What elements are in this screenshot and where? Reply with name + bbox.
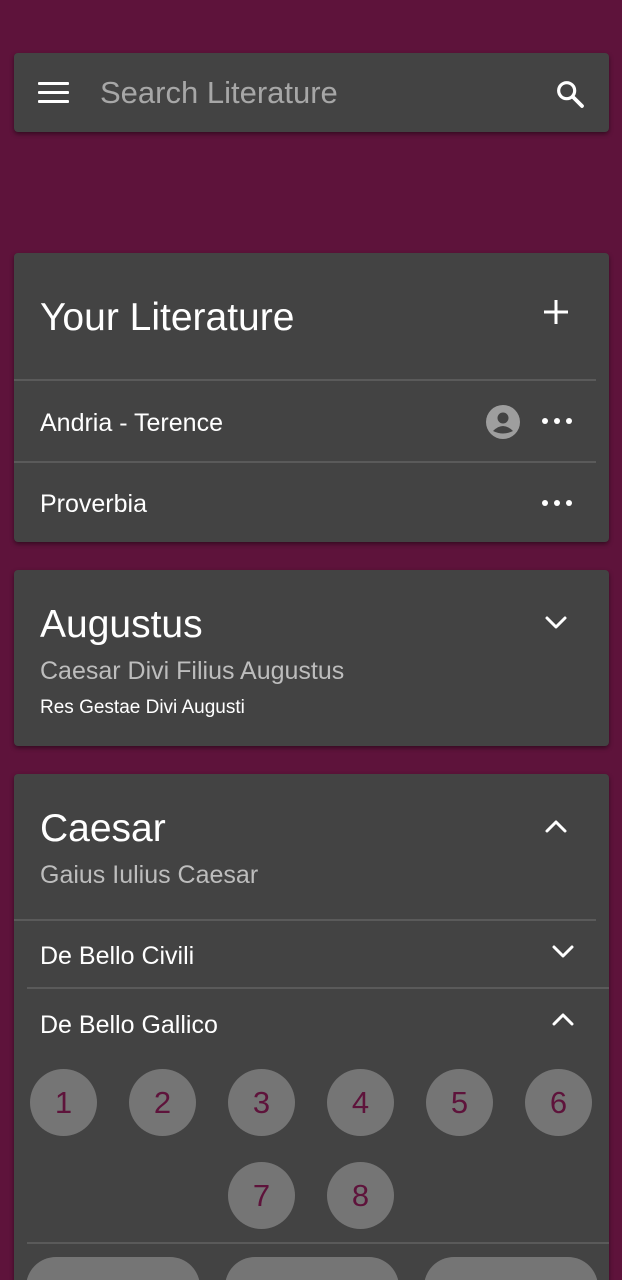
search-input[interactable]: [100, 73, 520, 113]
work-pill-button[interactable]: [225, 1257, 399, 1280]
divider: [27, 987, 609, 989]
book-button[interactable]: 7: [228, 1162, 295, 1229]
search-icon[interactable]: [554, 78, 586, 110]
more-icon[interactable]: [542, 416, 572, 426]
add-icon[interactable]: [542, 298, 570, 326]
search-bar: [14, 53, 609, 132]
book-button[interactable]: 2: [129, 1069, 196, 1136]
author-card-augustus[interactable]: Augustus Caesar Divi Filius Augustus Res…: [14, 570, 609, 746]
account-icon: [486, 405, 520, 439]
work-pill-button[interactable]: [424, 1257, 598, 1280]
book-button[interactable]: 3: [228, 1069, 295, 1136]
author-name: Augustus: [40, 603, 203, 646]
chevron-up-icon[interactable]: [550, 1011, 576, 1027]
chevron-down-icon[interactable]: [550, 944, 576, 960]
book-button[interactable]: 6: [525, 1069, 592, 1136]
divider: [14, 379, 596, 381]
literature-item-label: Proverbia: [40, 490, 147, 518]
author-full-name: Gaius Iulius Caesar: [40, 861, 259, 889]
work-title: De Bello Civili: [40, 942, 195, 970]
divider: [14, 919, 596, 921]
chevron-up-icon[interactable]: [543, 818, 569, 834]
literature-item-label: Andria - Terence: [40, 409, 223, 437]
divider: [14, 461, 596, 463]
work-title: Res Gestae Divi Augusti: [40, 697, 245, 718]
your-literature-title: Your Literature: [40, 296, 295, 339]
chevron-down-icon[interactable]: [543, 615, 569, 631]
author-name: Caesar: [40, 807, 166, 850]
author-card-caesar: Caesar Gaius Iulius Caesar De Bello Civi…: [14, 774, 609, 1280]
divider: [27, 1242, 609, 1244]
work-title: De Bello Gallico: [40, 1011, 218, 1039]
book-button[interactable]: 4: [327, 1069, 394, 1136]
book-button[interactable]: 5: [426, 1069, 493, 1136]
author-full-name: Caesar Divi Filius Augustus: [40, 657, 345, 685]
your-literature-card: Your Literature Andria - Terence Proverb…: [14, 253, 609, 542]
menu-icon[interactable]: [38, 82, 69, 104]
book-button[interactable]: 8: [327, 1162, 394, 1229]
work-pill-button[interactable]: [26, 1257, 200, 1280]
book-button[interactable]: 1: [30, 1069, 97, 1136]
more-icon[interactable]: [542, 498, 572, 508]
